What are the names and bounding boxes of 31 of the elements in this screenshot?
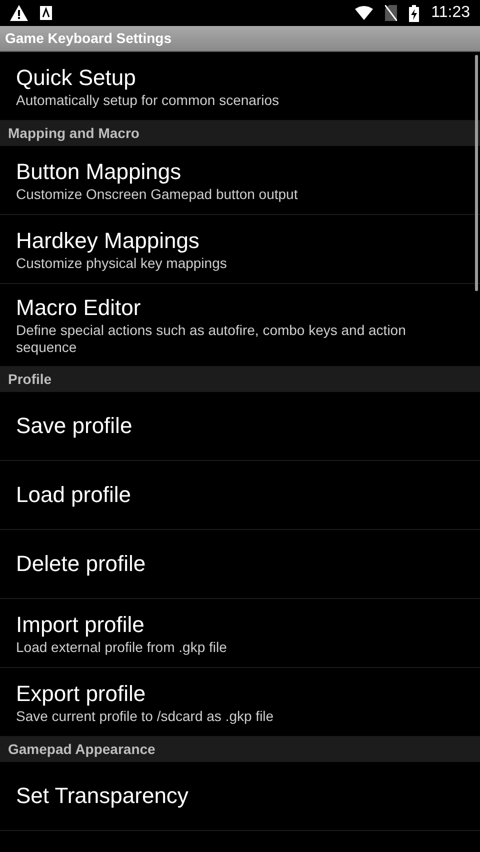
item-summary: Define special actions such as autofire, combo keys and action sequence	[16, 322, 407, 356]
battery-charging-icon	[409, 4, 420, 22]
item-title: Button Mappings	[16, 158, 182, 186]
item-title: Import profile	[16, 610, 146, 638]
item-summary: Automatically setup for common scenarios	[16, 92, 280, 108]
item-summary: Customize Onscreen Gamepad button output	[16, 186, 299, 202]
keyboard-icon	[40, 6, 52, 20]
item-summary: Customize physical key mappings	[16, 254, 228, 272]
preference-item[interactable]: Import profile Load external profile from .gkp file	[0, 599, 480, 668]
preference-item[interactable]: Delete profile	[0, 530, 480, 599]
preference-item[interactable]: Load profile	[0, 461, 480, 530]
warning-icon	[10, 5, 28, 21]
clock: 11:23	[431, 3, 470, 23]
item-summary: Save current profile to /sdcard as .gkp file	[16, 708, 275, 724]
item-title: Delete profile	[16, 550, 147, 578]
item-title: Set Transparency	[16, 782, 190, 810]
item-title: Load profile	[16, 481, 132, 509]
preference-item[interactable]: Set Transparency	[0, 762, 480, 831]
no-sim-icon	[385, 5, 398, 21]
item-title: Quick Setup	[16, 64, 137, 92]
section-header: Mapping and Macro	[0, 121, 480, 146]
wifi-icon	[355, 6, 374, 20]
section-header: Gamepad Appearance	[0, 737, 480, 762]
item-title: Export profile	[16, 680, 147, 708]
preference-item[interactable]: Save profile	[0, 392, 480, 461]
item-title: Hardkey Mappings	[16, 226, 200, 254]
section-header: Profile	[0, 367, 480, 392]
title: Game Keyboard Settings	[5, 29, 172, 48]
item-title: Macro Editor	[16, 294, 142, 322]
item-summary: Load external profile from .gkp file	[16, 638, 228, 656]
item-title: Save profile	[16, 412, 134, 440]
